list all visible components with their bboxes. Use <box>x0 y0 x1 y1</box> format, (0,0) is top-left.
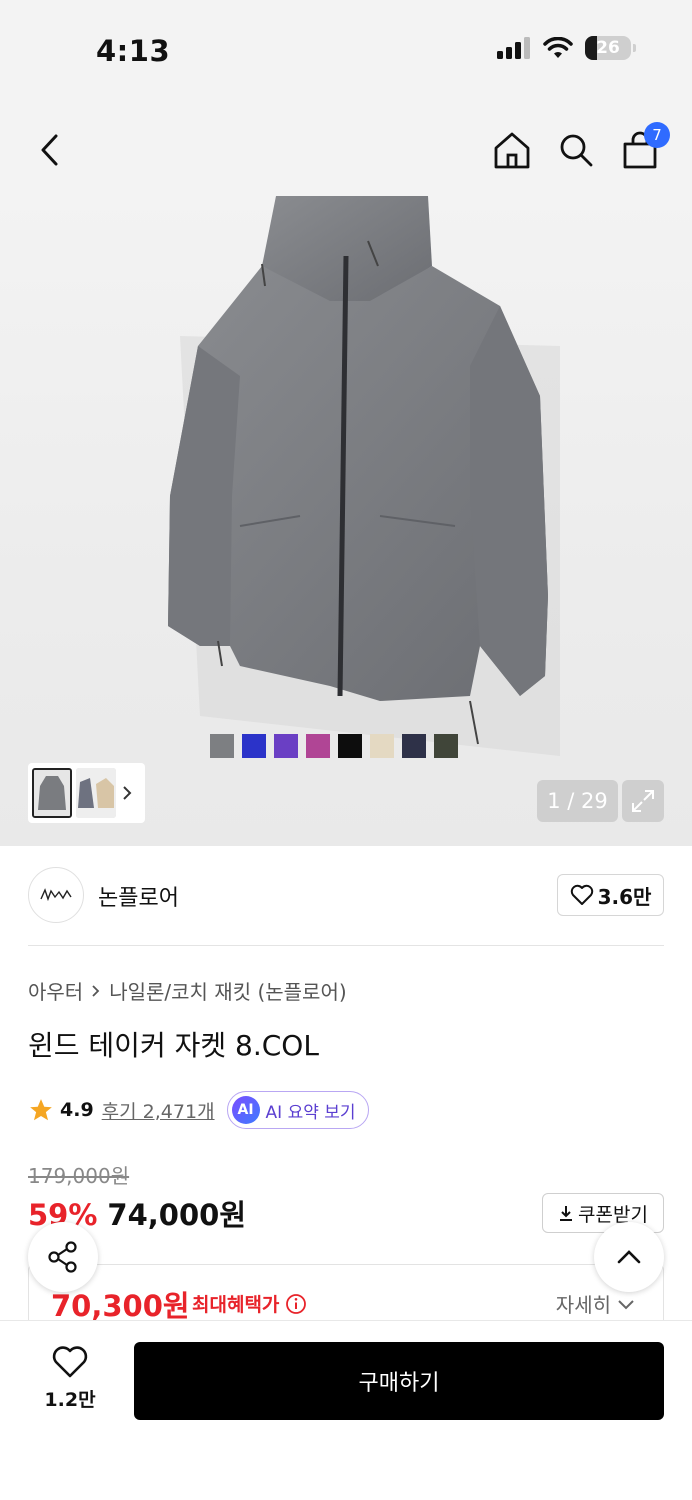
product-title: 윈드 테이커 자켓 8.COL <box>28 1029 319 1062</box>
rating-score: 4.9 <box>60 1099 94 1121</box>
fullscreen-button[interactable] <box>622 780 664 822</box>
expand-icon <box>632 790 654 812</box>
breadcrumb: 아우터 나일론/코치 재킷 (논플로어) <box>28 976 347 1005</box>
battery-tip <box>633 44 636 52</box>
thumbnail-strip[interactable] <box>28 763 145 823</box>
color-swatch <box>338 734 362 758</box>
star-icon <box>30 1099 52 1121</box>
cellular-signal-icon <box>497 37 530 59</box>
chevron-left-icon <box>41 134 58 166</box>
wishlist-count: 1.2만 <box>44 1389 96 1411</box>
brand-row: 논플로어 3.6만 <box>28 866 664 946</box>
color-swatches <box>210 734 458 758</box>
brand-name[interactable]: 논플로어 <box>98 880 179 912</box>
ai-icon: AI <box>231 1096 260 1124</box>
status-time: 4:13 <box>96 34 171 68</box>
brand-like-button[interactable]: 3.6만 <box>557 874 664 916</box>
wishlist-button[interactable]: 1.2만 <box>34 1345 106 1412</box>
brand-logo[interactable] <box>28 867 84 923</box>
share-icon <box>48 1241 77 1273</box>
chevron-right-icon[interactable] <box>120 784 134 802</box>
breadcrumb-subcategory[interactable]: 나일론/코치 재킷 (논플로어) <box>109 976 346 1005</box>
details-toggle[interactable]: 자세히 <box>556 1289 635 1318</box>
back-button[interactable] <box>30 128 70 172</box>
color-swatch <box>402 734 426 758</box>
color-swatch <box>274 734 298 758</box>
share-button[interactable] <box>28 1222 98 1292</box>
chevron-right-icon <box>92 984 100 997</box>
buy-button[interactable]: 구매하기 <box>134 1342 664 1420</box>
battery-indicator: 26 <box>585 36 631 60</box>
original-price: 179,000원 <box>28 1164 130 1188</box>
ai-summary-label: AI 요약 보기 <box>265 1102 356 1123</box>
chevron-down-icon <box>618 1299 634 1309</box>
breadcrumb-category[interactable]: 아우터 <box>28 976 83 1005</box>
status-icons: 26 <box>497 36 636 60</box>
battery-level: 26 <box>596 38 620 58</box>
chevron-up-icon <box>617 1250 641 1264</box>
scroll-top-button[interactable] <box>594 1222 664 1292</box>
download-icon <box>560 1206 573 1221</box>
image-counter: 1 / 29 <box>537 780 618 822</box>
max-benefit-label-row: 최대혜택가 <box>192 1290 307 1317</box>
cart-count-badge: 7 <box>644 122 670 148</box>
heart-icon <box>52 1346 88 1378</box>
thumbnail[interactable] <box>32 768 72 818</box>
max-benefit-box[interactable]: 70,300원 최대혜택가 자세히 <box>28 1264 664 1323</box>
color-swatch <box>306 734 330 758</box>
brand-logo-mark <box>40 888 72 902</box>
search-button[interactable] <box>556 128 596 172</box>
cart-button[interactable]: 7 <box>620 122 670 172</box>
details-label: 자세히 <box>555 1293 611 1317</box>
reviews-link[interactable]: 후기 2,471개 <box>102 1097 215 1124</box>
sale-price: 74,000원 <box>107 1198 247 1232</box>
color-swatch <box>434 734 458 758</box>
info-icon[interactable] <box>285 1293 307 1315</box>
status-bar: 4:13 26 <box>0 0 692 100</box>
heart-icon <box>570 884 593 905</box>
thumbnail[interactable] <box>76 768 116 818</box>
color-swatch <box>370 734 394 758</box>
brand-like-count: 3.6만 <box>597 884 652 909</box>
home-button[interactable] <box>492 128 532 172</box>
color-swatch <box>242 734 266 758</box>
color-swatch <box>210 734 234 758</box>
ai-summary-button[interactable]: AI AI 요약 보기 <box>226 1091 369 1129</box>
search-icon <box>560 134 593 167</box>
top-nav: 7 <box>0 100 692 196</box>
wifi-icon <box>543 37 573 58</box>
home-icon <box>494 132 530 169</box>
product-image-gallery[interactable]: 1 / 29 <box>0 196 692 846</box>
rating-row: 4.9 후기 2,471개 AI AI 요약 보기 <box>28 1090 369 1130</box>
max-benefit-label: 최대혜택가 <box>192 1294 280 1316</box>
bottom-action-bar: 1.2만 구매하기 <box>0 1320 692 1500</box>
